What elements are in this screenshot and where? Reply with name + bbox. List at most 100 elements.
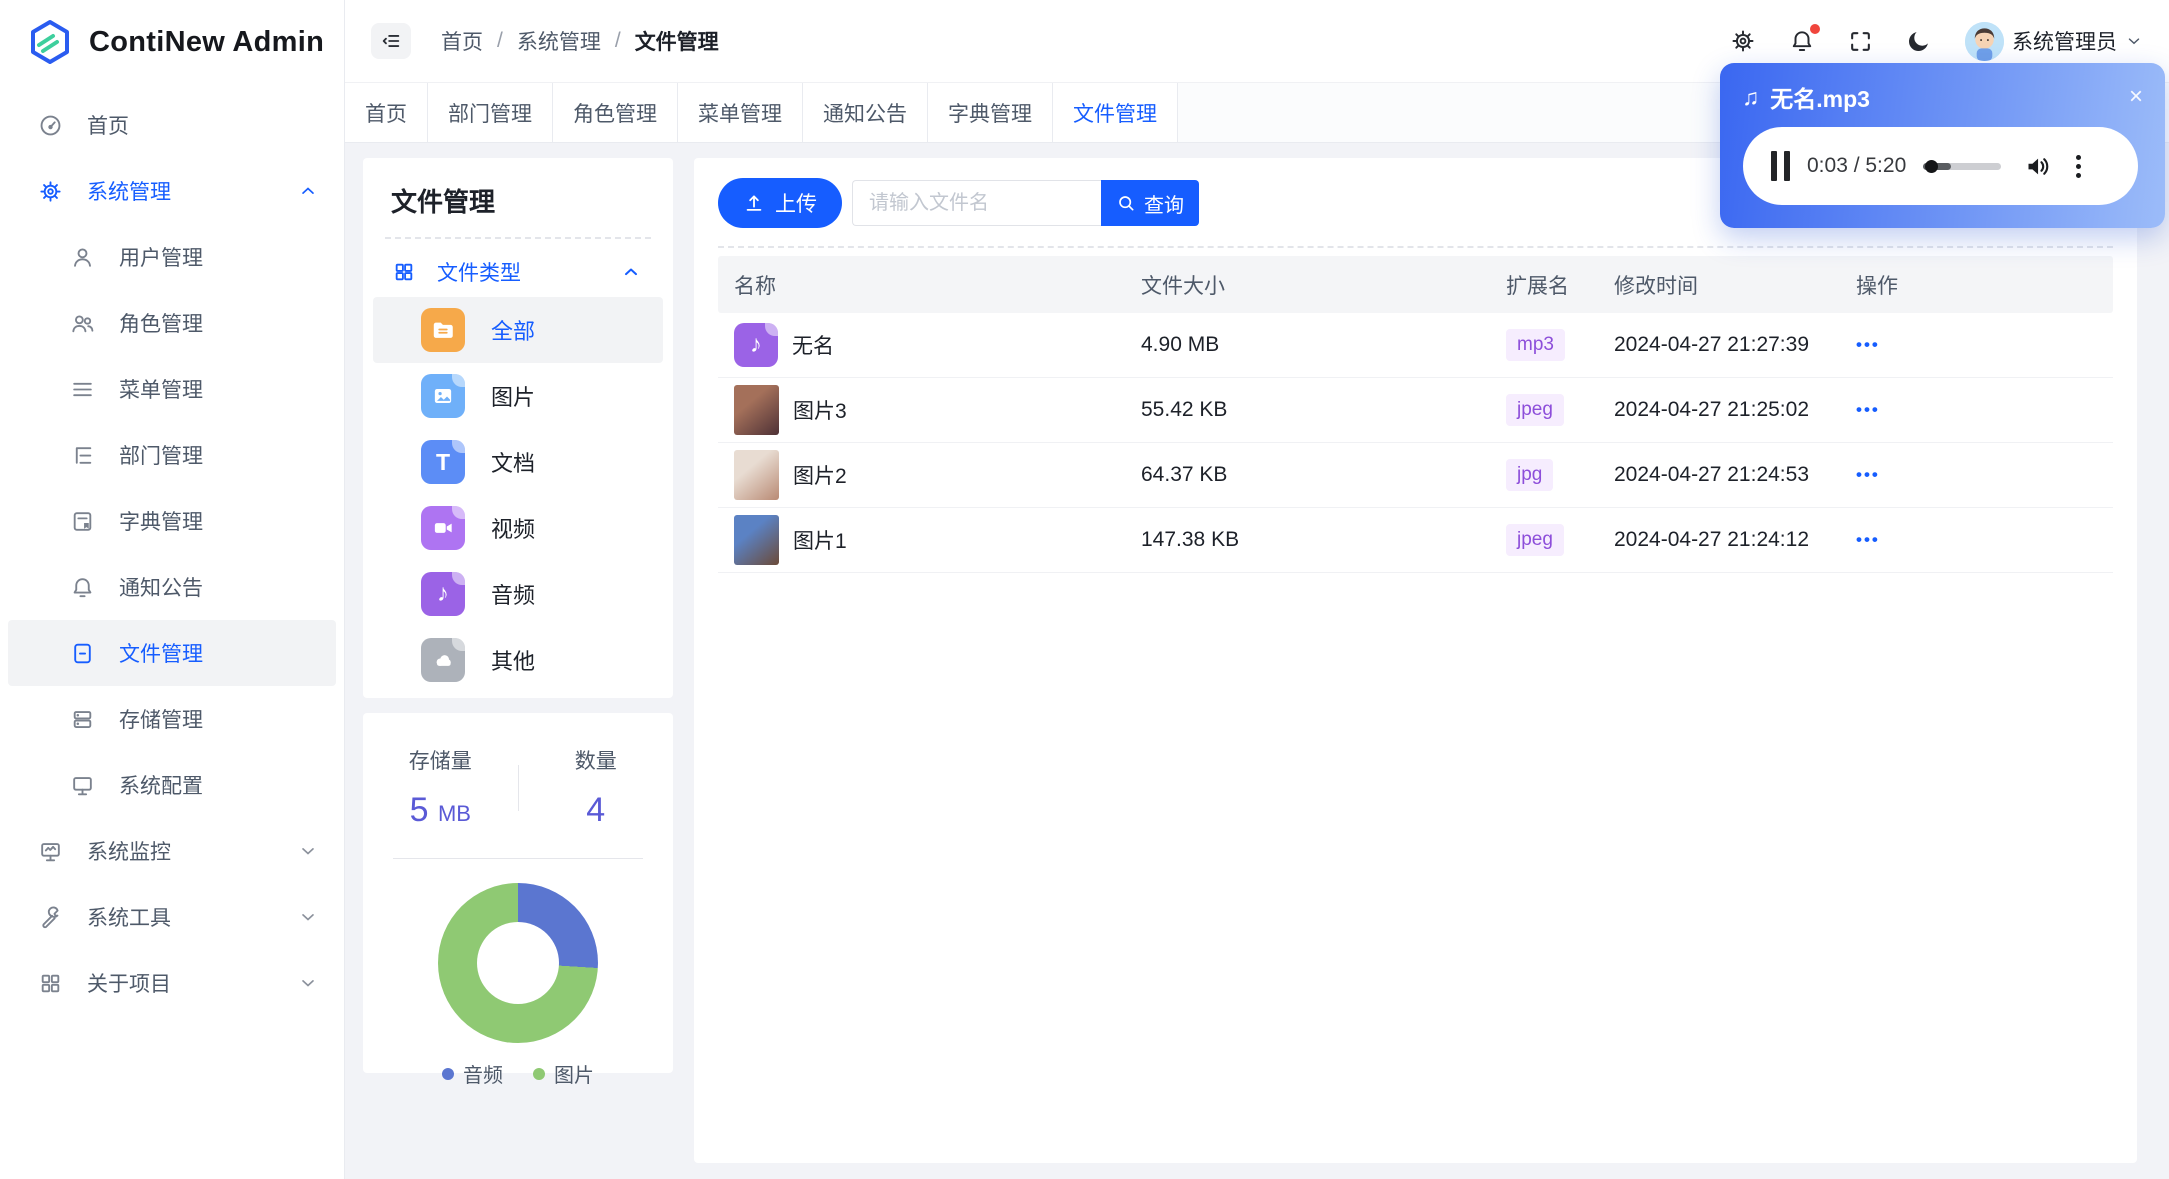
row-more-button[interactable]: •••	[1840, 465, 2113, 485]
ext-badge: jpeg	[1506, 394, 1564, 426]
image-thumbnail[interactable]	[734, 385, 779, 435]
query-button[interactable]: 查询	[1101, 180, 1199, 226]
pause-button[interactable]	[1771, 151, 1790, 181]
tab-home[interactable]: 首页	[345, 83, 428, 142]
volume-icon[interactable]	[2024, 153, 2051, 180]
tree-item-images[interactable]: 图片	[373, 363, 663, 429]
sidebar-item-label: 存储管理	[119, 709, 203, 732]
fullscreen-icon[interactable]	[1848, 29, 1873, 54]
bell-icon	[70, 575, 95, 600]
tree-item-label: 视频	[491, 517, 536, 542]
sidebar-item-menu-management[interactable]: 菜单管理	[0, 356, 344, 422]
audio-progress-bar[interactable]	[1923, 159, 2002, 173]
donut-legend: 音频 图片	[363, 1059, 673, 1088]
app-logo[interactable]: ContiNew Admin	[0, 0, 344, 84]
dark-mode-moon-icon[interactable]	[1906, 28, 1932, 54]
file-name[interactable]: 无名	[792, 330, 834, 360]
file-type-label: 文件类型	[437, 262, 521, 285]
search-input[interactable]	[852, 180, 1101, 226]
upload-button[interactable]: 上传	[718, 178, 842, 228]
sidebar-item-system-monitor[interactable]: 系统监控	[0, 818, 344, 884]
legend-label: 图片	[554, 1065, 594, 1087]
sidebar-item-home[interactable]: 首页	[0, 92, 344, 158]
tab-menu[interactable]: 菜单管理	[678, 83, 803, 142]
breadcrumb-file-management: 文件管理	[634, 31, 719, 54]
tree-item-label: 全部	[491, 319, 536, 344]
file-name[interactable]: 图片1	[793, 525, 847, 555]
audio-file-icon: ♪	[734, 323, 778, 367]
divider	[718, 246, 2113, 248]
image-thumbnail[interactable]	[734, 450, 779, 500]
count-label: 数量	[574, 750, 617, 773]
search-group: 查询	[852, 180, 1199, 226]
ext-badge: jpeg	[1506, 524, 1564, 556]
table-row[interactable]: 图片1 147.38 KB jpeg 2024-04-27 21:24:12 •…	[718, 508, 2113, 573]
chevron-down-icon	[298, 973, 318, 993]
sidebar-item-user-management[interactable]: 用户管理	[0, 224, 344, 290]
close-icon[interactable]: ×	[2129, 85, 2143, 109]
file-type-group[interactable]: 文件类型	[383, 249, 653, 295]
chevron-up-icon[interactable]	[621, 262, 641, 282]
sidebar-item-storage-management[interactable]: 存储管理	[0, 686, 344, 752]
sidebar-item-about-project[interactable]: 关于项目	[0, 950, 344, 1016]
sidebar-item-role-management[interactable]: 角色管理	[0, 290, 344, 356]
tree-item-videos[interactable]: 视频	[373, 495, 663, 561]
file-name[interactable]: 图片2	[793, 460, 847, 490]
sidebar-item-system-tools[interactable]: 系统工具	[0, 884, 344, 950]
sidebar-item-notice[interactable]: 通知公告	[0, 554, 344, 620]
chevron-down-icon	[2128, 38, 2140, 45]
image-thumbnail[interactable]	[734, 515, 779, 565]
gear-icon	[38, 179, 63, 204]
content-area: 文件管理 文件类型 全部 图片 T 文档 视频 ♪ 音频 其他 存储量 5 MB…	[345, 143, 2169, 1179]
divider	[393, 858, 643, 859]
sidebar-item-label: 系统管理	[87, 181, 171, 204]
sidebar-item-label: 文件管理	[119, 643, 203, 666]
tab-file-management[interactable]: 文件管理	[1053, 83, 1178, 142]
sidebar-item-label: 系统监控	[87, 841, 171, 864]
monitor-pulse-icon	[38, 839, 63, 864]
table-row[interactable]: 图片2 64.37 KB jpg 2024-04-27 21:24:53 •••	[718, 443, 2113, 508]
tree-item-all[interactable]: 全部	[373, 297, 663, 363]
sidebar-item-label: 通知公告	[119, 577, 203, 600]
video-file-icon	[421, 506, 465, 550]
tree-item-documents[interactable]: T 文档	[373, 429, 663, 495]
folder-icon	[421, 308, 465, 352]
table-row[interactable]: ♪ 无名 4.90 MB mp3 2024-04-27 21:27:39 •••	[718, 313, 2113, 378]
legend-audio[interactable]: 音频	[442, 1059, 503, 1088]
audio-progress-thumb[interactable]	[1925, 159, 1939, 173]
sidebar-item-label: 系统配置	[119, 775, 203, 798]
storage-stats-panel: 存储量 5 MB 数量 4 音频 图片	[363, 713, 673, 1087]
table-row[interactable]: 图片3 55.42 KB jpeg 2024-04-27 21:25:02 ••…	[718, 378, 2113, 443]
sidebar-item-system-management[interactable]: 系统管理	[0, 158, 344, 224]
sidebar-collapse-button[interactable]	[371, 23, 411, 59]
sidebar-item-file-management[interactable]: 文件管理	[8, 620, 336, 686]
tab-role[interactable]: 角色管理	[553, 83, 678, 142]
more-options-icon[interactable]	[2076, 154, 2082, 178]
tab-notice[interactable]: 通知公告	[803, 83, 928, 142]
legend-image[interactable]: 图片	[533, 1059, 594, 1088]
sidebar-item-dictionary-management[interactable]: 字典管理	[0, 488, 344, 554]
logo-hexagon-icon	[26, 18, 74, 66]
file-icon	[70, 641, 95, 666]
user-menu[interactable]: 系统管理员	[1965, 21, 2143, 61]
row-more-button[interactable]: •••	[1840, 530, 2113, 550]
settings-gear-icon[interactable]	[1730, 28, 1756, 54]
row-more-button[interactable]: •••	[1840, 335, 2113, 355]
notification-badge	[1810, 24, 1820, 34]
row-more-button[interactable]: •••	[1840, 400, 2113, 420]
breadcrumb-system-management[interactable]: 系统管理	[517, 26, 601, 56]
monitor-icon	[70, 773, 95, 798]
tree-item-other[interactable]: 其他	[373, 627, 663, 693]
sidebar-item-department-management[interactable]: 部门管理	[0, 422, 344, 488]
upload-icon	[746, 195, 762, 211]
ext-badge: jpg	[1506, 459, 1554, 491]
tree-item-audio[interactable]: ♪ 音频	[373, 561, 663, 627]
sidebar-item-system-config[interactable]: 系统配置	[0, 752, 344, 818]
file-time: 2024-04-27 21:24:12	[1614, 528, 1809, 551]
file-time: 2024-04-27 21:25:02	[1614, 398, 1809, 421]
file-name[interactable]: 图片3	[793, 395, 847, 425]
notification-bell-icon[interactable]	[1789, 24, 1820, 54]
tab-department[interactable]: 部门管理	[428, 83, 553, 142]
breadcrumb-home[interactable]: 首页	[441, 26, 483, 56]
tab-dictionary[interactable]: 字典管理	[928, 83, 1053, 142]
